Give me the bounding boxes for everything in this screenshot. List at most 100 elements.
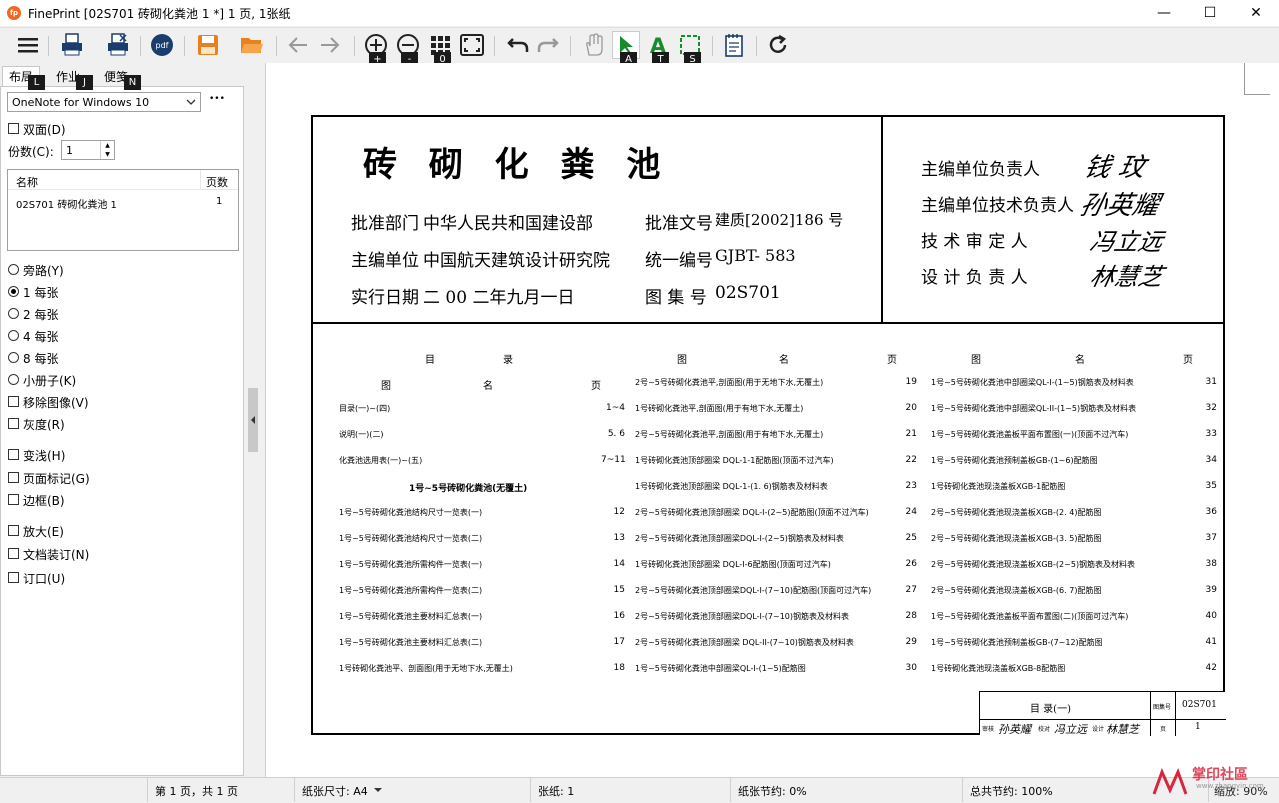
booklet-radio[interactable] [8,374,19,385]
tb-page-label: 页 [1160,726,1167,733]
gutter-checkbox[interactable] [8,572,19,583]
fit-page-button[interactable] [458,31,486,59]
toc-entry-title: 2号~5号砖砌化粪池顶部圈梁 DQL-I-(2~5)配筋图(顶面不过汽车) [635,508,869,517]
undo-button[interactable] [504,31,532,59]
toc-entry-title: 1号~5号砖砌化粪池(无覆土) [409,484,528,494]
collapse-handle[interactable] [248,388,258,452]
toc-entry-page: 40 [1205,611,1217,621]
job-pages: 1 [216,196,223,207]
printer-more-button[interactable]: ••• [209,94,225,104]
lighten-checkbox[interactable] [8,449,19,460]
toc-entry-page: 19 [905,377,917,387]
menu-button[interactable] [14,31,42,59]
printer-select[interactable]: OneNote for Windows 10 [7,92,201,112]
paper-size-status[interactable]: 纸张尺寸: A4 [302,783,368,799]
refresh-button[interactable] [764,31,792,59]
binding-checkbox[interactable] [8,548,19,559]
eight-per-sheet-label: 8 每张 [23,352,59,366]
redo-button[interactable] [534,31,562,59]
toc-entry-title: 1号砖砌化粪池平、剖面图(用于无地下水,无覆土) [339,664,513,673]
toc-entry-page: 7~11 [601,455,626,465]
enlarge-checkbox[interactable] [8,525,19,536]
toc-entry-page: 41 [1205,637,1217,647]
chevron-down-icon[interactable] [374,788,382,793]
toc-col1-ye: 页 [591,381,601,392]
toc-col3-ye: 页 [1183,355,1193,366]
copies-stepper[interactable]: 1 ▲ ▼ [61,140,115,160]
toc-entry-title: 2号~5号砖砌化粪池顶部圈梁 DQL-II-(7~10)钢筋表及材料表 [635,638,854,647]
toc-entry-title: 1号~5号砖砌化粪池所需构件一览表(一) [339,560,483,569]
atlas-no-value: 02S701 [715,283,781,303]
properties-button[interactable] [720,31,748,59]
toc-entry-page: 42 [1205,663,1217,673]
toc-entry-title: 说明(一)(二) [339,430,384,439]
enlarge-label: 放大(E) [23,525,64,539]
toc-col1-ming: 名 [483,381,493,392]
two-per-sheet-radio[interactable] [8,308,19,319]
border-checkbox[interactable] [8,494,19,505]
settings-panel: 布局 作业 便笺 OneNote for Windows 10 ••• 双面(D… [0,63,246,777]
tab-layout-shortcut-badge: L [28,75,45,90]
copies-spin-icon[interactable]: ▲ ▼ [100,141,114,159]
bypass-label: 旁路(Y) [23,264,64,278]
print-button[interactable] [58,31,86,59]
duplex-checkbox[interactable] [8,123,19,134]
back-button[interactable] [284,31,312,59]
booklet-label: 小册子(K) [23,374,77,388]
arrow-left-icon [288,37,307,53]
panel-splitter[interactable] [247,63,259,777]
col-pages-header[interactable]: 页数 [206,174,228,190]
col-name-header[interactable]: 名称 [16,174,38,190]
watermark-logo-icon [1150,764,1190,800]
remove-images-checkbox[interactable] [8,396,19,407]
atlas-no-label: 图 集 号 [645,288,707,308]
printer-close-icon [108,33,128,56]
toc-entry-title: 1号砖砌化粪池顶部圈梁 DQL-1-1配筋图(顶面不过汽车) [635,456,834,465]
maximize-button[interactable]: ☐ [1187,0,1233,26]
tb-check: 校对 [1038,726,1051,733]
arrow-right-icon [321,37,340,53]
four-per-sheet-radio[interactable] [8,330,19,341]
toc-entry-title: 2号~5号砖砌化粪池平,剖面图(用于无地下水,无覆土) [635,378,824,387]
job-list-header: 名称 页数 [8,170,238,190]
toc-entry-title: 1号~5号砖砌化粪池主要材料汇总表(二) [339,638,483,647]
one-per-sheet-radio[interactable] [8,286,19,297]
tb-design: 设计 [1092,726,1105,733]
toc-entry-page: 31 [1205,377,1217,387]
forward-button[interactable] [316,31,344,59]
toc-heading-lu: 录 [503,355,513,366]
layout-tab-content: OneNote for Windows 10 ••• 双面(D) 份数(C): … [0,86,244,776]
pan-tool-button[interactable] [580,31,608,59]
table-row[interactable]: 02S701 砖砌化粪池 1 1 [8,196,238,212]
toc-entry-page: 29 [905,637,917,647]
toc-col2-ming: 名 [779,355,789,366]
preview-area[interactable]: 砖 砌 化 粪 池 批准部门 中华人民共和国建设部 主编单位 中国航天建筑设计研… [265,63,1279,777]
toc-entry-title: 1号砖砌化粪池顶部圈梁 DQL-I-6配筋图(顶面可过汽车) [635,560,831,569]
eight-per-sheet-radio[interactable] [8,352,19,363]
duplex-label: 双面(D) [23,123,66,137]
bypass-radio[interactable] [8,264,19,275]
save-button[interactable] [194,31,222,59]
toc-entry-page: 34 [1205,455,1217,465]
close-button[interactable]: ✕ [1233,0,1279,26]
toc-col3-ming: 名 [1075,355,1085,366]
print-close-button[interactable] [104,31,132,59]
tech-resp-label: 主编单位技术负责人 [921,196,1074,216]
watermark-text: 掌印社區 [1192,767,1248,783]
toc-entry-page: 17 [613,637,625,647]
pdf-pro-button[interactable]: pdf [148,31,176,59]
approval-dept-label: 批准部门 [351,214,419,234]
page-marks-checkbox[interactable] [8,472,19,483]
toc-entry-title: 2号~5号砖砌化粪池顶部圈梁DQL-I-(2~5)钢筋表及材料表 [635,534,844,543]
tb-set-label: 图集号 [1153,704,1172,711]
toc-entry-page: 5. 6 [607,429,625,439]
open-button[interactable] [238,31,266,59]
toc-entry-title: 1号~5号砖砌化粪池中部圈梁QL-I-(1~5)配筋图 [635,664,806,673]
tb-sig-check: 冯立远 [1054,723,1087,736]
signature-1: 钱 玟 [1081,153,1148,183]
grayscale-checkbox[interactable] [8,418,19,429]
minimize-button[interactable]: — [1141,0,1187,26]
approval-no-value: 建质[2002]186 号 [715,211,844,229]
refresh-icon [769,34,787,53]
toc-heading-mu: 目 [425,355,435,366]
